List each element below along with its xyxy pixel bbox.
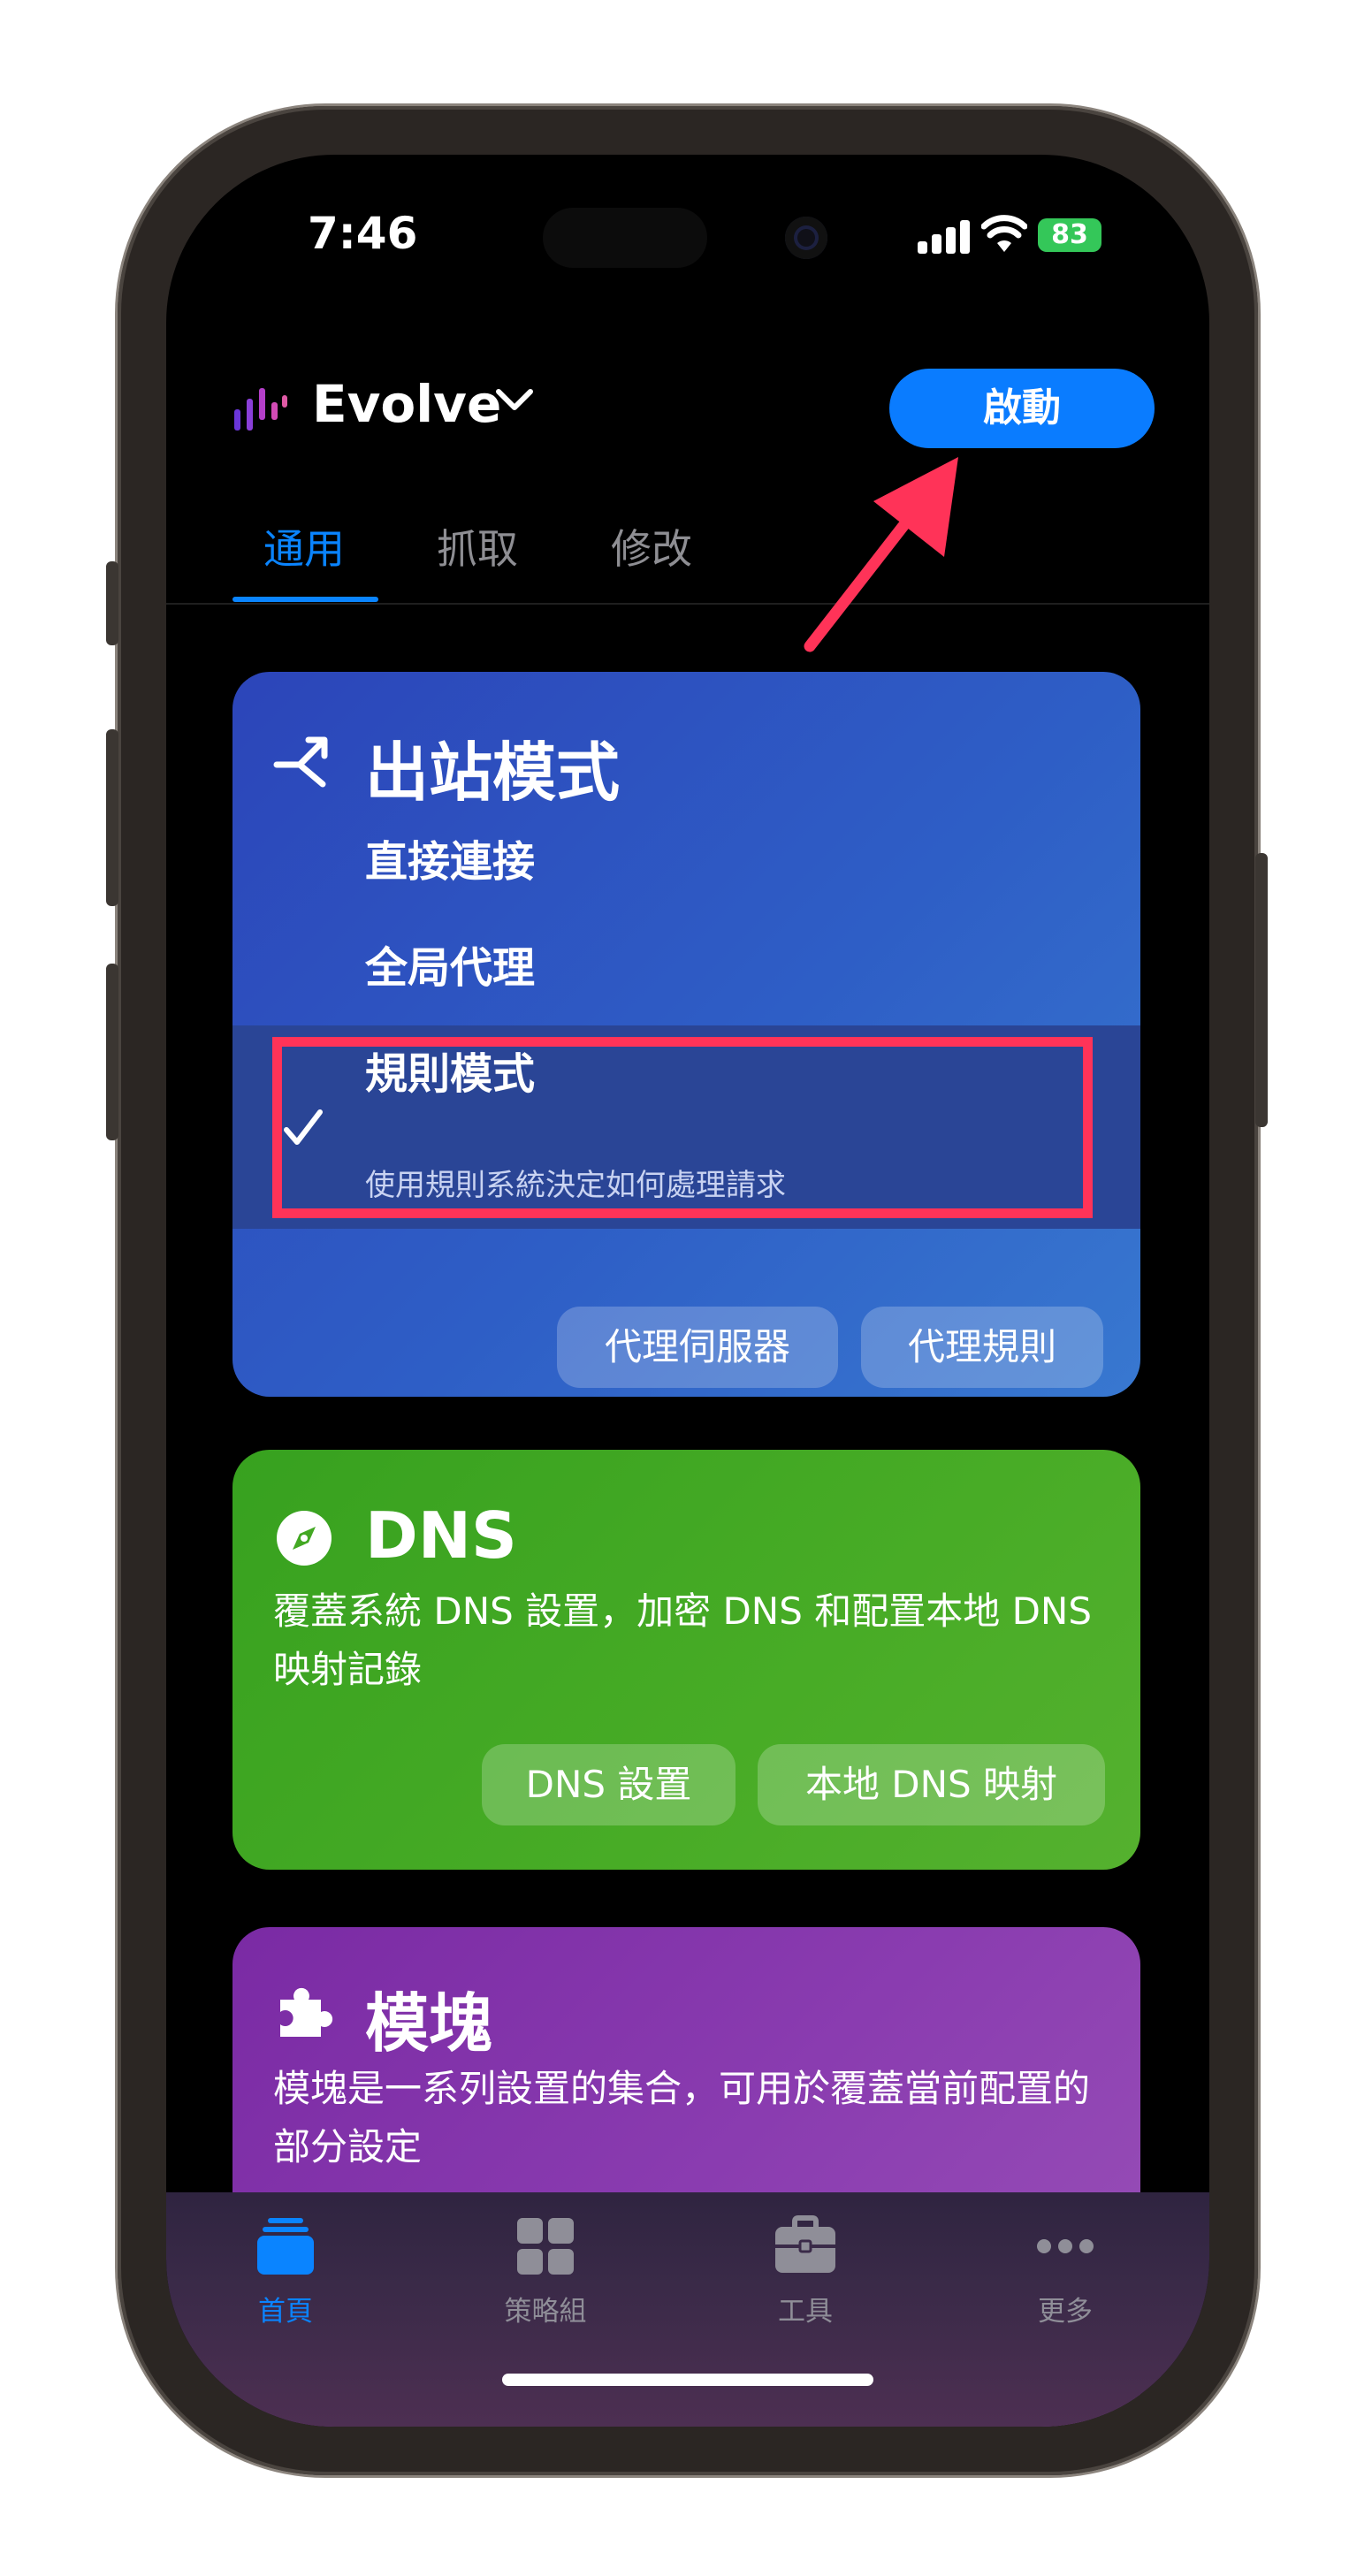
dns-settings-button[interactable]: DNS 設置 [482,1744,736,1825]
puzzle-piece-icon [280,1987,333,2037]
tab-bar-more[interactable]: 更多 [977,2214,1154,2328]
option-direct[interactable]: 直接連接 [365,827,535,888]
dynamic-island [543,208,707,268]
tab-bar-policy-groups-label: 策略組 [504,2296,587,2328]
bottom-tab-bar: 首頁 策略組 工具 更多 [166,2192,1209,2427]
camera-lens [785,217,827,259]
side-button-silent [106,561,118,645]
dns-description: 覆蓋系統 DNS 設置，加密 DNS 和配置本地 DNS 映射記錄 [273,1589,1093,1691]
tab-divider [166,603,1209,605]
option-global-proxy[interactable]: 全局代理 [365,933,535,995]
app-logo-icon [234,388,287,431]
phone-screen: 7:46 83 Evolve 啟動 通用 抓取 修改 出站模式 直接連接 全局代 [166,155,1209,2427]
compass-icon [277,1511,332,1566]
tab-capture[interactable]: 抓取 [437,517,518,575]
battery-indicator: 83 [1038,218,1101,252]
start-button[interactable]: 啟動 [889,369,1155,448]
module-title: 模塊 [365,1986,493,2061]
tab-bar-home-label: 首頁 [258,2296,313,2328]
proxy-rules-button[interactable]: 代理規則 [861,1307,1103,1388]
dns-card: DNS 覆蓋系統 DNS 設置，加密 DNS 和配置本地 DNS 映射記錄 DN… [232,1450,1140,1870]
toolbox-icon [775,2215,835,2273]
home-indicator[interactable] [502,2374,873,2386]
home-stack-icon [257,2218,314,2275]
tab-active-indicator [232,597,378,602]
side-button-volume-down [106,964,118,1140]
tab-bar-home[interactable]: 首頁 [197,2214,374,2328]
branch-arrows-icon [273,736,328,788]
dns-title: DNS [365,1498,517,1573]
chevron-down-icon[interactable] [495,386,534,413]
side-button-volume-up [106,729,118,906]
annotation-highlight-box [272,1037,1093,1218]
annotation-arrow [804,457,958,652]
module-description: 模塊是一系列設置的集合，可用於覆蓋當前配置的部分設定 [273,2067,1091,2168]
wifi-icon [981,215,1027,252]
tab-bar-tools-label: 工具 [778,2296,833,2328]
more-dots-icon [1037,2239,1094,2253]
tab-bar-tools[interactable]: 工具 [717,2214,894,2328]
grid-icon [517,2218,574,2275]
config-name[interactable]: Evolve [312,374,501,434]
outbound-mode-title: 出站模式 [365,735,621,810]
outbound-mode-card: 出站模式 直接連接 全局代理 規則模式 使用規則系統決定如何處理請求 代理伺服器… [232,672,1140,1397]
local-dns-mapping-button[interactable]: 本地 DNS 映射 [758,1744,1105,1825]
tab-general[interactable]: 通用 [263,517,345,575]
cellular-signal-icon [918,218,971,254]
side-button-power [1255,853,1268,1127]
proxy-servers-button[interactable]: 代理伺服器 [557,1307,838,1388]
status-time: 7:46 [308,208,418,259]
tab-modify[interactable]: 修改 [611,517,692,575]
tab-bar-more-label: 更多 [1038,2296,1093,2328]
tab-bar-policy-groups[interactable]: 策略組 [457,2214,634,2328]
